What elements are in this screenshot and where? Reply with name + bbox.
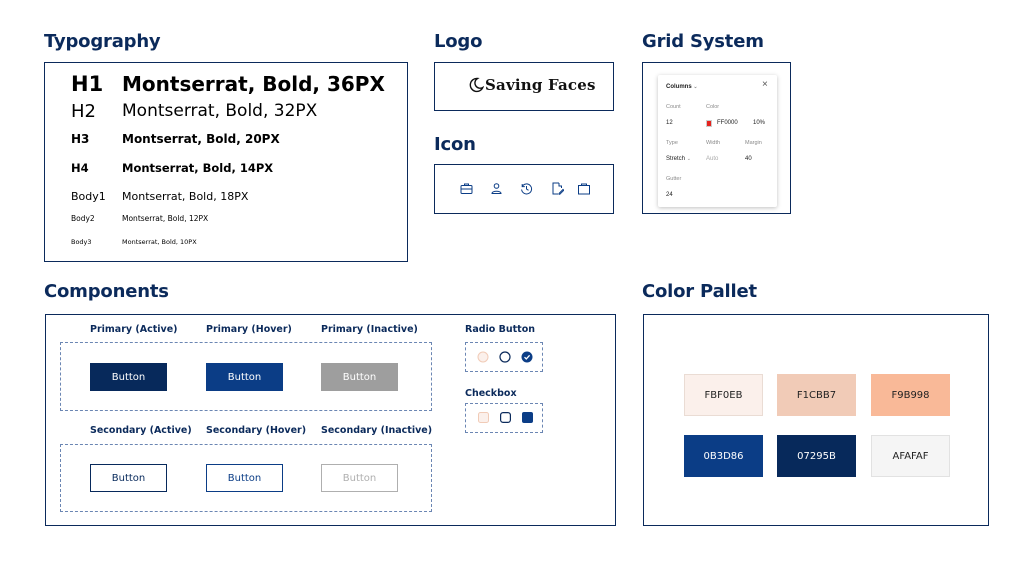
color-swatch[interactable]: [706, 120, 712, 127]
type-label: Type: [666, 140, 678, 146]
body1-value: Montserrat, Bold, 18PX: [122, 190, 249, 203]
secondary-hover-label: Secondary (Hover): [206, 425, 307, 436]
components-title: Components: [44, 281, 169, 302]
swatch-fbf0eb: FBF0EB: [684, 374, 763, 416]
logo-panel: Saving Faces: [434, 62, 614, 111]
columns-settings-card: Columns ⌄ × Count Color 12 FF0000 10% Ty…: [658, 75, 777, 207]
h1-label: H1: [71, 72, 104, 96]
h3-value: Montserrat, Bold, 20PX: [122, 132, 280, 146]
count-input[interactable]: 12: [666, 120, 673, 126]
body2-label: Body2: [71, 214, 95, 223]
opacity-input[interactable]: 10%: [753, 120, 765, 126]
user-icon: [491, 183, 502, 194]
h3-label: H3: [71, 132, 90, 146]
typography-panel: H1 Montserrat, Bold, 36PX H2 Montserrat,…: [44, 62, 408, 262]
secondary-active-button[interactable]: Button: [90, 464, 167, 492]
logo-text: Saving Faces: [485, 76, 596, 94]
gutter-label: Gutter: [666, 176, 682, 182]
grid-panel: Columns ⌄ × Count Color 12 FF0000 10% Ty…: [642, 62, 791, 214]
logo-title: Logo: [434, 31, 483, 52]
h4-label: H4: [71, 161, 89, 175]
color-label: Color: [706, 104, 720, 110]
radio-button-label: Radio Button: [465, 324, 535, 335]
body3-label: Body3: [71, 238, 92, 246]
primary-active-label: Primary (Active): [90, 324, 178, 335]
checkbox-checked[interactable]: [522, 412, 533, 423]
secondary-active-label: Secondary (Active): [90, 425, 192, 436]
radio-button-unchecked[interactable]: [499, 351, 511, 363]
swatch-f1cbb7: F1CBB7: [777, 374, 856, 416]
history-icon: [521, 183, 533, 195]
h1-value: Montserrat, Bold, 36PX: [122, 72, 385, 96]
count-label: Count: [666, 104, 681, 110]
columns-title[interactable]: Columns ⌄: [666, 84, 698, 90]
width-label: Width: [706, 140, 721, 146]
secondary-inactive-button[interactable]: Button: [321, 464, 398, 492]
primary-hover-button[interactable]: Button: [206, 363, 283, 391]
swatch-f9b998: F9B998: [871, 374, 950, 416]
chevron-down-icon: ⌄: [693, 84, 698, 90]
icon-panel: [434, 164, 614, 214]
checkbox-unchecked[interactable]: [500, 412, 511, 423]
primary-hover-label: Primary (Hover): [206, 324, 292, 335]
primary-inactive-label: Primary (Inactive): [321, 324, 418, 335]
shopping-bag-icon: [578, 183, 590, 195]
margin-input[interactable]: 40: [745, 156, 752, 162]
swatch-0b3d86: 0B3D86: [684, 435, 763, 477]
secondary-inactive-label: Secondary (Inactive): [321, 425, 433, 436]
secondary-hover-button[interactable]: Button: [206, 464, 283, 492]
palette-panel: FBF0EB F1CBB7 F9B998 0B3D86 07295B AFAFA…: [643, 314, 989, 526]
h2-value: Montserrat, Bold, 32PX: [122, 101, 318, 121]
typography-title: Typography: [44, 31, 161, 52]
width-input[interactable]: Auto: [706, 156, 718, 162]
icon-title: Icon: [434, 134, 476, 155]
palette-title: Color Pallet: [642, 281, 757, 302]
crescent-moon-icon: [468, 77, 485, 98]
gutter-input[interactable]: 24: [666, 192, 673, 198]
radio-button-disabled[interactable]: [477, 351, 489, 363]
close-icon[interactable]: ×: [762, 80, 768, 90]
body2-value: Montserrat, Bold, 12PX: [122, 214, 209, 223]
radio-button-checked[interactable]: [521, 351, 533, 363]
body3-value: Montserrat, Bold, 10PX: [122, 238, 197, 246]
type-select[interactable]: Stretch ⌄: [666, 156, 691, 162]
h2-label: H2: [71, 101, 96, 122]
components-panel: Primary (Active) Primary (Hover) Primary…: [45, 314, 616, 526]
primary-active-button[interactable]: Button: [90, 363, 167, 391]
swatch-afafaf: AFAFAF: [871, 435, 950, 477]
body1-label: Body1: [71, 190, 106, 203]
color-input[interactable]: FF0000: [717, 120, 738, 126]
chevron-down-icon: ⌄: [686, 156, 691, 162]
grid-title: Grid System: [642, 31, 764, 52]
primary-inactive-button[interactable]: Button: [321, 363, 398, 391]
checkbox-label: Checkbox: [465, 388, 517, 399]
briefcase-icon: [460, 183, 473, 194]
checkbox-disabled[interactable]: [478, 412, 489, 423]
document-edit-icon: [552, 182, 564, 195]
margin-label: Margin: [745, 140, 762, 146]
swatch-07295b: 07295B: [777, 435, 856, 477]
h4-value: Montserrat, Bold, 14PX: [122, 161, 274, 175]
